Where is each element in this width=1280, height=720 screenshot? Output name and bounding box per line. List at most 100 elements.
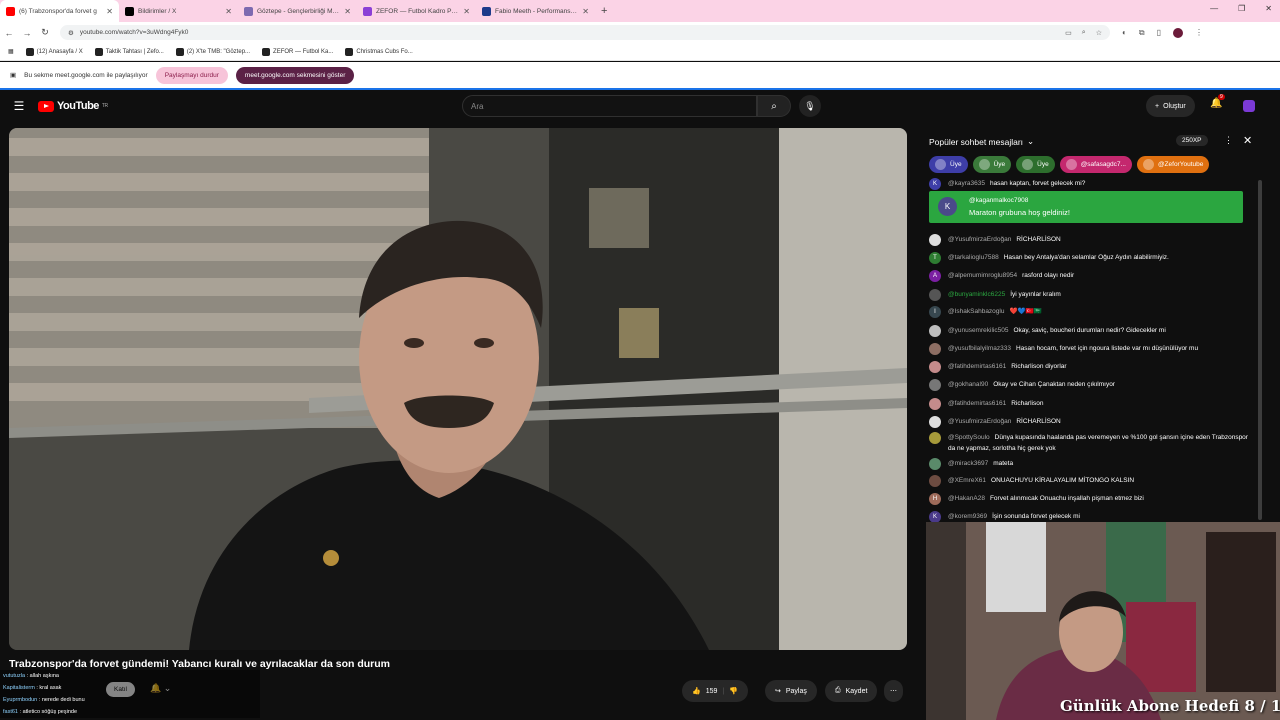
welcome-highlight-message: K @kaganmalkoc7908 Maraton grubuna hoş g… (929, 191, 1243, 223)
chat-username[interactable]: @IshakSahbazoglu (948, 308, 1004, 315)
ticker-chip[interactable]: Üye (929, 156, 968, 173)
notification-badge: 9 (1218, 94, 1225, 100)
chat-username[interactable]: @korem9369 (948, 513, 987, 520)
overlay-chat: vututuzla : allah aşkına Kapitalisterm : … (0, 670, 260, 718)
chat-message: @SpottySoulo Dünya kupasında haalanda pas… (929, 432, 1249, 454)
minimize-icon[interactable]: — (1210, 4, 1218, 13)
account-avatar[interactable] (1243, 100, 1255, 112)
chat-username[interactable]: @gokhanal90 (948, 381, 988, 388)
bookmark-item[interactable]: Christmas Cubs Fo... (345, 47, 413, 56)
chat-username[interactable]: @yusufbilalyilmaz333 (948, 345, 1011, 352)
save-playlist-icon: ⎙ (835, 687, 841, 694)
menu-icon[interactable]: ⋮ (1195, 28, 1203, 38)
browser-tab[interactable]: ZEFOR — Futbol Kadro Planları✕ (357, 0, 476, 22)
youtube-icon (6, 6, 15, 16)
chat-username[interactable]: @XEmreX61 (948, 477, 986, 484)
chat-username[interactable]: @HakanA28 (948, 495, 985, 502)
more-actions-button[interactable]: ⋯ (884, 680, 903, 702)
ticker-chip[interactable]: Üye (972, 156, 1012, 173)
thumbs-down-icon[interactable]: 👎 (729, 687, 738, 695)
avatar: K (938, 197, 957, 216)
browser-tab[interactable]: Göztepe - Gençlerbirliği Maç Öz ✕ (238, 0, 357, 22)
profile-avatar[interactable] (1172, 27, 1183, 38)
chat-close-icon[interactable]: ✕ (1243, 134, 1252, 147)
chat-username[interactable]: @YusufmirzaErdoğan (948, 418, 1011, 425)
bookmark-item[interactable]: (12) Anasayfa / X (25, 47, 83, 56)
ticker-chip[interactable]: Üye (1016, 156, 1055, 173)
chat-text: İşin sonunda forvet gelecek mi (992, 513, 1080, 520)
chat-username[interactable]: @SpottySoulo (948, 434, 990, 441)
close-tab-icon[interactable]: ✕ (106, 7, 113, 16)
chat-message: K @kayra3635 hasan kaptan, forvet gelecek… (929, 178, 1249, 190)
chat-scrollbar[interactable] (1258, 180, 1262, 520)
reload-icon[interactable]: ↻ (36, 27, 54, 38)
url-field[interactable]: ⚙ youtube.com/watch?v=3uWdng4Fyk0 ▭ ⌕ ☆ (60, 25, 1110, 40)
browser-tab[interactable]: (6) Trabzonspor'da forvet g ✕ (0, 0, 119, 22)
chat-username[interactable]: @mirack3697 (948, 460, 988, 467)
close-tab-icon[interactable]: ✕ (463, 7, 470, 16)
new-tab-icon[interactable]: + (595, 5, 613, 17)
xp-badge[interactable]: 250XP (1176, 135, 1208, 146)
chat-message: @yunusemrekilic505 Okay, saviç, boucheri … (929, 325, 1249, 337)
search-input[interactable]: Ara (462, 95, 757, 117)
share-button[interactable]: ↪ Paylaş (765, 680, 817, 702)
like-button[interactable]: 👍 159 | 👎 (682, 680, 748, 702)
chat-more-icon[interactable]: ⋮ (1224, 135, 1233, 146)
avatar (929, 432, 941, 444)
stop-sharing-button[interactable]: Paylaşmayı durdur (155, 66, 228, 84)
browser-tab[interactable]: Bildirimler / X ✕ (119, 0, 238, 22)
chat-mode-selector[interactable]: Popüler sohbet mesajları ⌄ (929, 136, 1034, 147)
chat-text: Richarlison (1011, 400, 1044, 407)
chat-message: I @IshakSahbazoglu ❤️💙🇹🇷🇸🇦 (929, 306, 1249, 318)
chat-username[interactable]: @alpemumimroglu8954 (948, 272, 1017, 279)
zefor-icon (363, 6, 372, 16)
bookmark-item[interactable]: ZEFOR — Futbol Ka... (262, 47, 333, 56)
ticker-chip[interactable]: @ZeforYoutube (1136, 156, 1210, 173)
voice-search-button[interactable]: 🎙 (799, 95, 821, 117)
overlay-chat-text: atletico söğüş peşinde (22, 709, 78, 715)
hamburger-menu-icon[interactable]: ☰ (0, 99, 38, 113)
chat-username[interactable]: @yunusemrekilic505 (948, 327, 1008, 334)
avatar: T (929, 252, 941, 264)
close-tab-icon[interactable]: ✕ (582, 7, 589, 16)
browser-tab[interactable]: Fabio Meeth - Performans bilgi ✕ (476, 0, 595, 22)
chat-username[interactable]: @YusufmirzaErdoğan (948, 236, 1011, 243)
show-meet-tab-button[interactable]: meet.google.com sekmesini göster (235, 66, 355, 84)
apps-icon[interactable]: ▦ (8, 48, 14, 55)
close-tab-icon[interactable]: ✕ (344, 7, 351, 16)
video-player[interactable] (9, 128, 907, 650)
restore-icon[interactable]: ❐ (1238, 4, 1245, 13)
close-window-icon[interactable]: ✕ (1265, 4, 1272, 13)
chat-message-body: @tarkalioglu7588 Hasan bey Antalya'dan se… (948, 252, 1169, 264)
create-button[interactable]: + Oluştur (1146, 95, 1195, 117)
site-info-icon[interactable]: ⚙ (68, 29, 74, 37)
bookmark-star-icon[interactable]: ☆ (1096, 29, 1102, 37)
save-button[interactable]: ⎙ Kaydet (825, 680, 878, 702)
close-tab-icon[interactable]: ✕ (225, 7, 232, 16)
bookmark-item[interactable]: (2) X'te TMB: "Göztep... (175, 47, 250, 56)
tab-label: Bildirimler / X (138, 7, 177, 15)
search-icon: ⌕ (771, 100, 777, 112)
cast-icon[interactable]: ▭ (1065, 29, 1072, 37)
back-icon[interactable]: ← (0, 28, 18, 38)
avatar (929, 234, 941, 246)
share-screen-icon: ▣ (10, 72, 17, 79)
chat-text: Okay, saviç, boucheri durumları nedir? G… (1013, 327, 1166, 334)
youtube-logo[interactable]: YouTube TR (38, 100, 108, 112)
chat-username[interactable]: @fatihdemirtas6161 (948, 363, 1006, 370)
sidepanel-icon[interactable]: ▯ (1157, 28, 1161, 38)
puzzle-icon[interactable]: ⧉ (1139, 28, 1145, 38)
extension-icon[interactable]: ◐ (1122, 28, 1127, 38)
chat-message-body: @fatihdemirtas6161 Richarlison (948, 398, 1043, 410)
bookmark-label: Christmas Cubs Fo... (356, 48, 413, 55)
chat-username[interactable]: @tarkalioglu7588 (948, 254, 999, 261)
chat-username[interactable]: @fatihdemirtas6161 (948, 400, 1006, 407)
avatar (929, 325, 941, 337)
bookmark-item[interactable]: Taktik Tahtası | Zefo... (94, 47, 164, 56)
search-button[interactable]: ⌕ (757, 95, 791, 117)
chat-message-body: @XEmreX61 ONUACHUYU KİRALAYALIM MİTONGO K… (948, 475, 1134, 487)
ticker-chip[interactable]: @safasagdc7... (1059, 156, 1132, 173)
chat-username[interactable]: @bunyaminklc6225 (948, 291, 1005, 298)
zoom-icon[interactable]: ⌕ (1082, 29, 1086, 37)
forward-icon[interactable]: → (18, 28, 36, 38)
